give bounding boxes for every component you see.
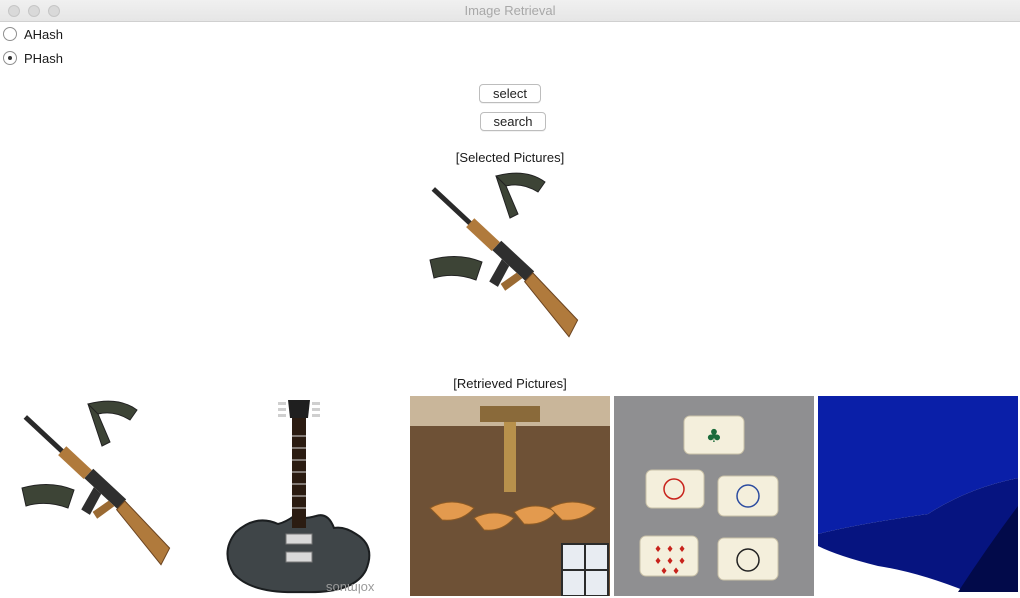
retrieved-picture-1[interactable] xyxy=(2,396,202,596)
chandelier-stem xyxy=(504,422,516,492)
guitar-headstock xyxy=(288,400,310,418)
window-title: Image Retrieval xyxy=(464,3,556,18)
svg-text:♦: ♦ xyxy=(666,557,674,567)
selected-pictures-caption: [Selected Pictures] xyxy=(455,150,565,165)
svg-text:♦: ♦ xyxy=(654,545,662,555)
title-bar: Image Retrieval xyxy=(0,0,1020,22)
rifle-magazine-bottom xyxy=(429,256,483,281)
svg-text:♦: ♦ xyxy=(666,545,674,555)
svg-text:♦: ♦ xyxy=(678,545,686,555)
rifle-magazine-bottom xyxy=(21,484,75,509)
phash-label: PHash xyxy=(24,50,64,66)
ahash-option[interactable]: AHash xyxy=(3,25,63,43)
retrieved-picture-4[interactable]: ♣ ♦ ♦ ♦ ♦ ♦ ♦ ♦ ♦ xyxy=(614,396,814,596)
svg-text:♦: ♦ xyxy=(660,567,668,577)
search-button[interactable]: search xyxy=(480,112,546,131)
retrieved-picture-5[interactable] xyxy=(818,396,1018,596)
svg-text:♦: ♦ xyxy=(678,557,686,567)
chandelier-canopy xyxy=(480,406,540,422)
svg-text:♦: ♦ xyxy=(654,557,662,567)
svg-text:♦: ♦ xyxy=(672,567,680,577)
retrieved-picture-2[interactable]: xolmuos xyxy=(206,396,406,596)
guitar-pickup-2 xyxy=(285,551,313,563)
ahash-radio[interactable] xyxy=(3,27,17,41)
retrieved-pictures-caption: [Retrieved Pictures] xyxy=(453,376,567,391)
retrieved-picture-3[interactable] xyxy=(410,396,610,596)
phash-option[interactable]: PHash xyxy=(3,49,63,67)
guitar-pickup-1 xyxy=(285,533,313,545)
rifle-magazine-top xyxy=(87,400,138,447)
phash-radio[interactable] xyxy=(3,51,17,65)
select-button[interactable]: select xyxy=(479,84,541,103)
guitar-watermark: xolmuos xyxy=(326,581,375,596)
ahash-label: AHash xyxy=(24,26,64,42)
rifle-magazine-top xyxy=(495,172,546,219)
die-club-symbol: ♣ xyxy=(706,426,722,447)
selected-picture xyxy=(410,168,610,368)
guitar-neck xyxy=(292,418,306,528)
